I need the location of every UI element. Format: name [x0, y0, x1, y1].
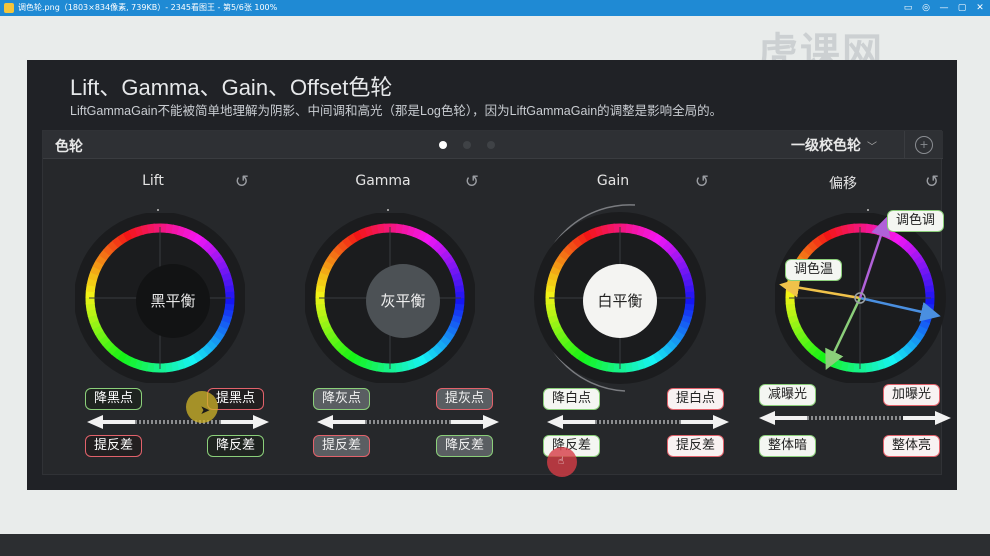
- arrow-left-bar: [99, 420, 135, 424]
- arrow-left-bar: [771, 416, 807, 420]
- raise-white-point-button[interactable]: 提白点: [667, 388, 725, 410]
- arrow-right-bar: [221, 420, 257, 424]
- arrow-left-bar: [329, 420, 365, 424]
- arrow-right-bar: [903, 416, 939, 420]
- wheel-column-gamma: Gamma ↺ 灰平衡 降灰点 提灰点 提反差 降反差: [283, 159, 508, 476]
- panel-title: 色轮: [55, 139, 83, 155]
- divider: [904, 131, 905, 159]
- arrow-right-icon: [935, 411, 951, 425]
- wheel-mode-label: 一级校色轮: [791, 138, 861, 154]
- temperature-label: 调色温: [785, 259, 843, 281]
- wheel-tick: [157, 209, 159, 211]
- arrow-left-icon: [547, 415, 563, 429]
- mouse-pointer-icon: ➤: [200, 403, 211, 417]
- slide-title: Lift、Gamma、Gain、Offset色轮: [70, 75, 393, 100]
- lower-black-point-button[interactable]: 降黑点: [85, 388, 143, 410]
- viewer-bottom-bar: [0, 534, 990, 556]
- increase-exposure-button[interactable]: 加曝光: [883, 384, 941, 406]
- skin-icon[interactable]: ◎: [920, 0, 932, 16]
- reset-icon[interactable]: ↺: [923, 173, 941, 191]
- raise-contrast-button[interactable]: 提反差: [313, 435, 371, 457]
- arrow-right-bar: [451, 420, 487, 424]
- tint-label: 调色调: [887, 210, 945, 232]
- overall-brighter-button[interactable]: 整体亮: [883, 435, 941, 457]
- raise-contrast-button[interactable]: 提反差: [85, 435, 143, 457]
- decrease-exposure-button[interactable]: 减曝光: [759, 384, 817, 406]
- close-icon[interactable]: ✕: [974, 0, 986, 16]
- wheel-label: 偏移: [829, 176, 857, 192]
- lower-contrast-button[interactable]: 降反差: [436, 435, 494, 457]
- raise-contrast-button[interactable]: 提反差: [667, 435, 725, 457]
- arrow-right-icon: [483, 415, 499, 429]
- white-balance-knob[interactable]: 白平衡: [583, 264, 657, 338]
- gain-master-slider[interactable]: [547, 415, 729, 429]
- offset-color-wheel[interactable]: [775, 213, 965, 383]
- wheel-column-offset: 偏移 ↺ 调色调 调色温 减曝光 加曝光 整体暗 整体亮: [743, 159, 968, 476]
- reset-icon[interactable]: ↺: [693, 173, 711, 191]
- wheel-column-lift: Lift ↺ 黑平衡 降黑点 提黑点 提反差 降反差 ➤: [53, 159, 278, 476]
- color-wheels-panel: 色轮 一级校色轮 ﹀ + Lift ↺ 黑平衡 降黑点 提黑点 提反差 降反差 …: [42, 130, 951, 477]
- reset-all-icon[interactable]: +: [915, 136, 933, 154]
- arrow-left-icon: [87, 415, 103, 429]
- page-dot-1[interactable]: [439, 141, 447, 149]
- wheel-label: Gain: [596, 173, 630, 189]
- lift-master-slider[interactable]: [87, 415, 269, 429]
- page-dot-3[interactable]: [487, 141, 495, 149]
- gray-balance-knob[interactable]: 灰平衡: [366, 264, 440, 338]
- arrow-right-icon: [253, 415, 269, 429]
- wheel-label: Lift: [142, 173, 164, 189]
- gamma-master-slider[interactable]: [317, 415, 499, 429]
- lower-white-point-button[interactable]: 降白点: [543, 388, 601, 410]
- arrow-left-icon: [759, 411, 775, 425]
- viewer-titlebar: 调色轮.png（1803×834像素, 739KB）- 2345看图王 - 第5…: [0, 0, 990, 16]
- maximize-icon[interactable]: ▢: [956, 0, 968, 16]
- wheel-tick: [867, 209, 869, 211]
- minimize-icon[interactable]: —: [938, 0, 950, 16]
- arrow-left-icon: [317, 415, 333, 429]
- chevron-down-icon: ﹀: [867, 142, 877, 153]
- reset-icon[interactable]: ↺: [233, 173, 251, 191]
- page-indicator: [439, 141, 495, 149]
- lower-contrast-button[interactable]: 降反差: [207, 435, 265, 457]
- raise-gray-point-button[interactable]: 提灰点: [436, 388, 494, 410]
- slide-subtitle: LiftGammaGain不能被简单地理解为阴影、中间调和高光（那是Log色轮）…: [70, 104, 723, 118]
- wheel-tick: [387, 209, 389, 211]
- arrow-right-bar: [681, 420, 717, 424]
- overall-darker-button[interactable]: 整体暗: [759, 435, 817, 457]
- arrow-right-icon: [713, 415, 729, 429]
- viewer-title: 调色轮.png（1803×834像素, 739KB）- 2345看图王 - 第5…: [18, 3, 278, 12]
- window-controls: ▭ ◎ — ▢ ✕: [902, 0, 986, 16]
- slide: Lift、Gamma、Gain、Offset色轮 LiftGammaGain不能…: [27, 60, 957, 490]
- panel-header: 色轮 一级校色轮 ﹀ +: [43, 131, 943, 159]
- wheel-label: Gamma: [355, 173, 411, 189]
- hand-pointer-icon: ☝: [558, 456, 565, 467]
- page-dot-2[interactable]: [463, 141, 471, 149]
- lower-gray-point-button[interactable]: 降灰点: [313, 388, 371, 410]
- offset-master-slider[interactable]: [759, 411, 951, 425]
- arrow-left-bar: [559, 420, 595, 424]
- image-viewer-icon: [4, 3, 14, 13]
- black-balance-knob[interactable]: 黑平衡: [136, 264, 210, 338]
- reset-icon[interactable]: ↺: [463, 173, 481, 191]
- pin-icon[interactable]: ▭: [902, 0, 914, 16]
- wheel-column-gain: Gain ↺ 白平衡 降白点 提白点 降反差 提反差 ☝: [513, 159, 738, 477]
- wheel-mode-select[interactable]: 一级校色轮 ﹀: [791, 135, 877, 155]
